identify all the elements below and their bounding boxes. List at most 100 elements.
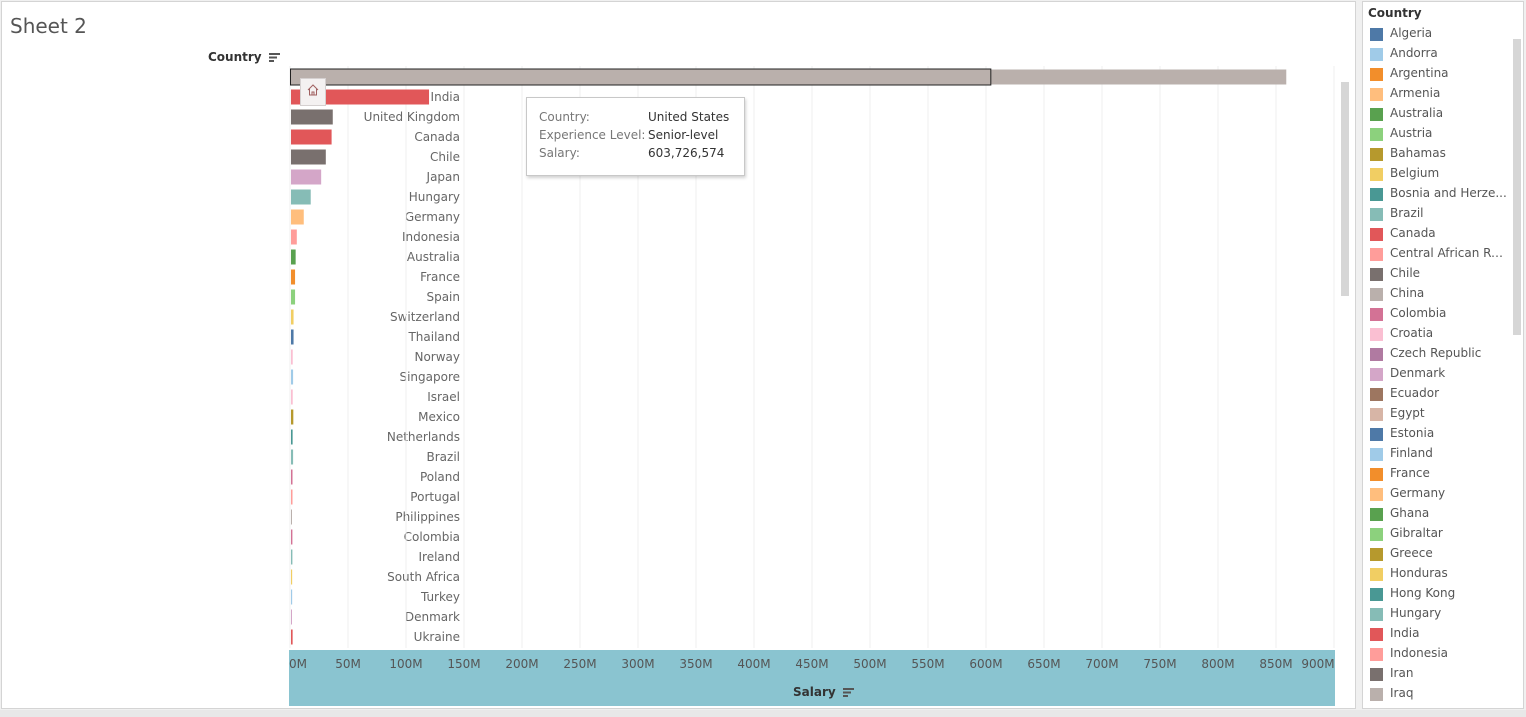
bar-denmark[interactable] (291, 609, 292, 625)
legend-label: Central African Re... (1390, 246, 1508, 260)
legend-item[interactable]: Brazil (1370, 206, 1510, 222)
legend-item[interactable]: Germany (1370, 486, 1510, 502)
legend-swatch (1370, 268, 1383, 281)
axis-title-label: Salary (793, 685, 836, 699)
legend-item[interactable]: Andorra (1370, 46, 1510, 62)
x-tick-label: 900M (1301, 657, 1335, 671)
legend-item[interactable]: Bosnia and Herze... (1370, 186, 1510, 202)
bar-netherlands[interactable] (291, 429, 293, 445)
legend-label: Croatia (1390, 326, 1434, 340)
legend-item[interactable]: Honduras (1370, 566, 1510, 582)
legend-item[interactable]: Denmark (1370, 366, 1510, 382)
legend-swatch (1370, 28, 1383, 41)
legend-label: Iraq (1390, 686, 1414, 700)
legend-label: Austria (1390, 126, 1433, 140)
legend-item[interactable]: Finland (1370, 446, 1510, 462)
legend-label: Iran (1390, 666, 1414, 680)
bar-israel[interactable] (291, 389, 293, 405)
bar-united-states[interactable] (291, 69, 1287, 85)
bar-france[interactable] (291, 269, 296, 285)
legend-label: Brazil (1390, 206, 1424, 220)
legend-item[interactable]: Armenia (1370, 86, 1510, 102)
legend-scrollbar[interactable] (1513, 39, 1521, 335)
legend-label: Indonesia (1390, 646, 1449, 660)
legend-swatch (1370, 208, 1383, 221)
bar-south-africa[interactable] (291, 569, 293, 585)
bar-turkey[interactable] (291, 589, 293, 605)
tooltip-key: Experience Level: (539, 128, 646, 142)
legend-item[interactable]: Ghana (1370, 506, 1510, 522)
bar-ireland[interactable] (291, 549, 293, 565)
legend-item[interactable]: Estonia (1370, 426, 1510, 442)
tooltip-key: Salary: (539, 146, 580, 160)
bar-spain[interactable] (291, 289, 296, 305)
salary-axis-header[interactable]: Salary (793, 685, 854, 700)
bar-poland[interactable] (291, 469, 293, 485)
legend-label: Belgium (1390, 166, 1440, 180)
legend-swatch (1370, 168, 1383, 181)
bar-ukraine[interactable] (291, 629, 293, 645)
legend-item[interactable]: China (1370, 286, 1510, 302)
bar-thailand[interactable] (291, 329, 294, 345)
legend-item[interactable]: Canada (1370, 226, 1510, 242)
axis-sort-icon[interactable] (842, 686, 854, 700)
legend-label: Ghana (1390, 506, 1430, 520)
status-strip (0, 710, 1526, 717)
bar-hungary[interactable] (291, 189, 311, 205)
legend-title: Country (1368, 6, 1422, 20)
bar-chile[interactable] (291, 149, 326, 165)
bar-indonesia[interactable] (291, 229, 297, 245)
bar-singapore[interactable] (291, 369, 294, 385)
legend-swatch (1370, 48, 1383, 61)
legend-item[interactable]: India (1370, 626, 1510, 642)
legend-label: Algeria (1390, 26, 1433, 40)
legend-item[interactable]: Croatia (1370, 326, 1510, 342)
bar-colombia[interactable] (291, 529, 293, 545)
legend-item[interactable]: France (1370, 466, 1510, 482)
legend-item[interactable]: Chile (1370, 266, 1510, 282)
legend-label: China (1390, 286, 1425, 300)
legend-item[interactable]: Central African Re... (1370, 246, 1510, 262)
bar-philippines[interactable] (291, 509, 292, 525)
legend-item[interactable]: Ecuador (1370, 386, 1510, 402)
legend-item[interactable]: Argentina (1370, 66, 1510, 82)
x-tick-label: 550M (911, 657, 945, 671)
legend-label: Estonia (1390, 426, 1435, 440)
legend-swatch (1370, 388, 1383, 401)
legend-item[interactable]: Belgium (1370, 166, 1510, 182)
x-tick-label: 250M (563, 657, 597, 671)
chart-vertical-scrollbar[interactable] (1341, 82, 1349, 296)
bar-australia[interactable] (291, 249, 296, 265)
legend-swatch (1370, 548, 1383, 561)
home-button[interactable] (300, 78, 326, 106)
legend-item[interactable]: Hungary (1370, 606, 1510, 622)
legend-label: France (1390, 466, 1430, 480)
legend-item[interactable]: Czech Republic (1370, 346, 1510, 362)
legend-item[interactable]: Colombia (1370, 306, 1510, 322)
legend-item[interactable]: Egypt (1370, 406, 1510, 422)
legend-swatch (1370, 368, 1383, 381)
bar-portugal[interactable] (291, 489, 293, 505)
legend-item[interactable]: Hong Kong (1370, 586, 1510, 602)
legend-item[interactable]: Iran (1370, 666, 1510, 682)
legend-item[interactable]: Gibraltar (1370, 526, 1510, 542)
bar-united-kingdom[interactable] (291, 109, 333, 125)
bar-norway[interactable] (291, 349, 293, 365)
x-tick-label: 850M (1259, 657, 1293, 671)
bar-japan[interactable] (291, 169, 322, 185)
bar-brazil[interactable] (291, 449, 294, 465)
bar-canada[interactable] (291, 129, 332, 145)
bar-mexico[interactable] (291, 409, 294, 425)
tooltip-key: Country: (539, 110, 590, 124)
legend-item[interactable]: Indonesia (1370, 646, 1510, 662)
legend-item[interactable]: Greece (1370, 546, 1510, 562)
legend-item[interactable]: Bahamas (1370, 146, 1510, 162)
bar-germany[interactable] (291, 209, 304, 225)
legend-item[interactable]: Algeria (1370, 26, 1510, 42)
legend-item[interactable]: Austria (1370, 126, 1510, 142)
bar-switzerland[interactable] (291, 309, 294, 325)
legend-label: Honduras (1390, 566, 1448, 580)
legend-item[interactable]: Iraq (1370, 686, 1510, 702)
legend-swatch (1370, 408, 1383, 421)
legend-item[interactable]: Australia (1370, 106, 1510, 122)
